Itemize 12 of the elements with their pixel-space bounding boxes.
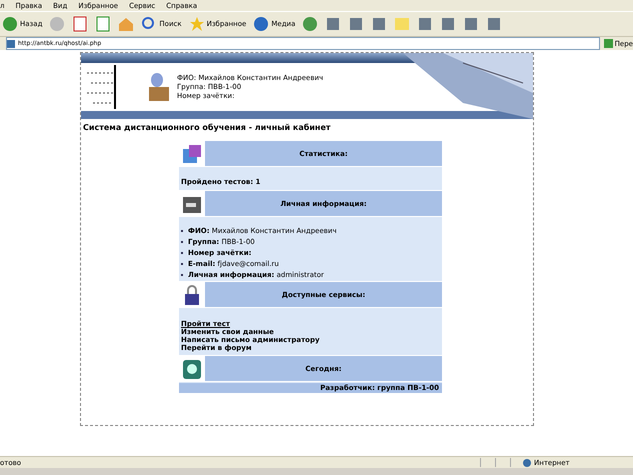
star-icon xyxy=(188,16,205,32)
home-icon xyxy=(118,16,134,32)
toolbar-tool-icon xyxy=(463,16,480,32)
page-title: Система дистанционного обучения - личный кабинет xyxy=(82,122,332,132)
toolbar-tool-icon xyxy=(486,16,502,32)
toolbar-tool-icon xyxy=(417,16,434,32)
network-drawing xyxy=(85,63,117,111)
note-icon xyxy=(394,16,410,32)
toolbar-tool-icon xyxy=(348,16,364,32)
toolbar-tool-icon xyxy=(440,16,456,32)
toolbar-tool-icon xyxy=(371,16,388,32)
toolbar-tool-icon xyxy=(325,16,342,32)
